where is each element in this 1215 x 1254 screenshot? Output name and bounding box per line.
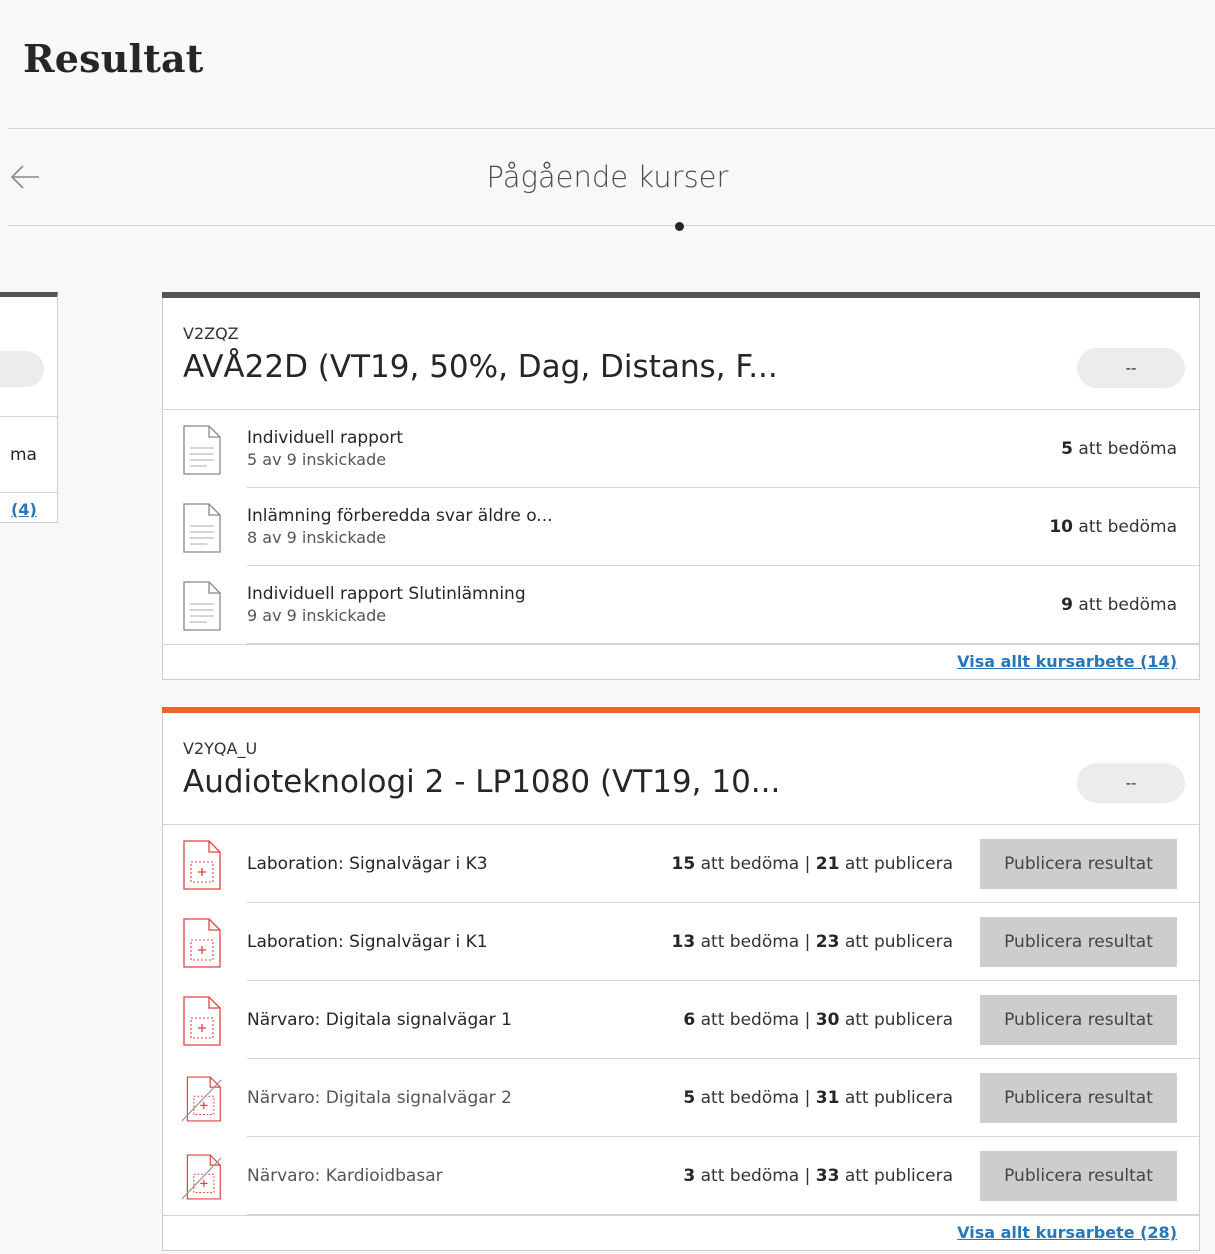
previous-course-card[interactable]: ma (4) [0,292,58,523]
publish-results-button[interactable]: Publicera resultat [980,839,1177,889]
document-icon [183,503,221,553]
coursework-item[interactable]: Individuell rapport Slutinlämning 9 av 9… [163,566,1199,644]
item-title[interactable]: Individuell rapport [247,428,403,448]
coursework-item[interactable]: Individuell rapport 5 av 9 inskickade 5 … [163,410,1199,488]
item-title[interactable]: Individuell rapport Slutinlämning [247,584,526,604]
grading-count: 10 att bedöma [1049,517,1177,537]
item-submitted: 9 av 9 inskickade [247,606,387,625]
publish-results-button[interactable]: Publicera resultat [980,917,1177,967]
item-title[interactable]: Laboration: Signalvägar i K3 [247,854,488,874]
grade-pill: -- [1077,348,1185,388]
coursework-item[interactable]: Närvaro: Digitala signalvägar 2 5 att be… [163,1059,1199,1137]
hidden-assignment-icon [181,1076,222,1122]
grading-count: 15 att bedöma | 21 att publicera [671,854,953,874]
document-icon [183,425,221,475]
assignment-icon [183,918,221,968]
course-card[interactable]: V2ZQZ AVÅ22D (VT19, 50%, Dag, Distans, F… [162,292,1200,680]
view-all-link[interactable]: Visa allt kursarbete (28) [957,1223,1177,1242]
carousel-title: Pågående kurser [486,160,729,194]
card-header: V2ZQZ AVÅ22D (VT19, 50%, Dag, Distans, F… [163,298,1199,410]
grading-count: 6 att bedöma | 30 att publicera [683,1010,953,1030]
course-name[interactable]: AVÅ22D (VT19, 50%, Dag, Distans, F... [183,349,778,385]
publish-results-button[interactable]: Publicera resultat [980,1151,1177,1201]
course-code: V2YQA_U [183,739,258,758]
item-title[interactable]: Närvaro: Digitala signalvägar 2 [247,1088,512,1108]
assignment-icon [183,840,221,890]
coursework-item[interactable]: Laboration: Signalvägar i K3 15 att bedö… [163,825,1199,903]
hidden-assignment-icon [181,1154,222,1200]
grade-pill [0,351,44,387]
assignment-icon [183,996,221,1046]
coursework-item[interactable]: Närvaro: Digitala signalvägar 1 6 att be… [163,981,1199,1059]
item-title[interactable]: Närvaro: Kardioidbasar [247,1166,443,1186]
course-name[interactable]: Audioteknologi 2 - LP1080 (VT19, 10... [183,764,780,800]
view-all-link[interactable]: Visa allt kursarbete (14) [957,652,1177,671]
course-card[interactable]: V2YQA_U Audioteknologi 2 - LP1080 (VT19,… [162,707,1200,1251]
item-submitted: 8 av 9 inskickade [247,528,387,547]
card-footer: Visa allt kursarbete (14) [163,644,1199,679]
item-submitted: 5 av 9 inskickade [247,450,387,469]
document-icon [183,581,221,631]
header-divider [8,128,1215,129]
coursework-item[interactable]: Laboration: Signalvägar i K1 13 att bedö… [163,903,1199,981]
grading-count: 5 att bedöma | 31 att publicera [683,1088,953,1108]
grading-count: 3 att bedöma | 33 att publicera [683,1166,953,1186]
grade-pill: -- [1077,763,1185,803]
card-header: V2YQA_U Audioteknologi 2 - LP1080 (VT19,… [163,713,1199,825]
view-all-link[interactable]: (4) [11,500,37,519]
page-title: Resultat [23,36,204,81]
grading-count: 13 att bedöma | 23 att publicera [671,932,953,952]
publish-results-button[interactable]: Publicera resultat [980,1073,1177,1123]
item-title[interactable]: Närvaro: Digitala signalvägar 1 [247,1010,512,1030]
coursework-item[interactable]: Närvaro: Kardioidbasar 3 att bedöma | 33… [163,1137,1199,1215]
count-label-fragment: ma [10,445,37,465]
publish-results-button[interactable]: Publicera resultat [980,995,1177,1045]
card-footer: Visa allt kursarbete (28) [163,1215,1199,1250]
item-title[interactable]: Inlämning förberedda svar äldre o... [247,506,553,526]
carousel-divider [8,225,1215,226]
course-code: V2ZQZ [183,324,239,343]
coursework-item[interactable]: Inlämning förberedda svar äldre o... 8 a… [163,488,1199,566]
carousel-indicator-dot[interactable] [675,222,684,231]
grading-count: 9 att bedöma [1061,595,1177,615]
item-title[interactable]: Laboration: Signalvägar i K1 [247,932,488,952]
grading-count: 5 att bedöma [1061,439,1177,459]
